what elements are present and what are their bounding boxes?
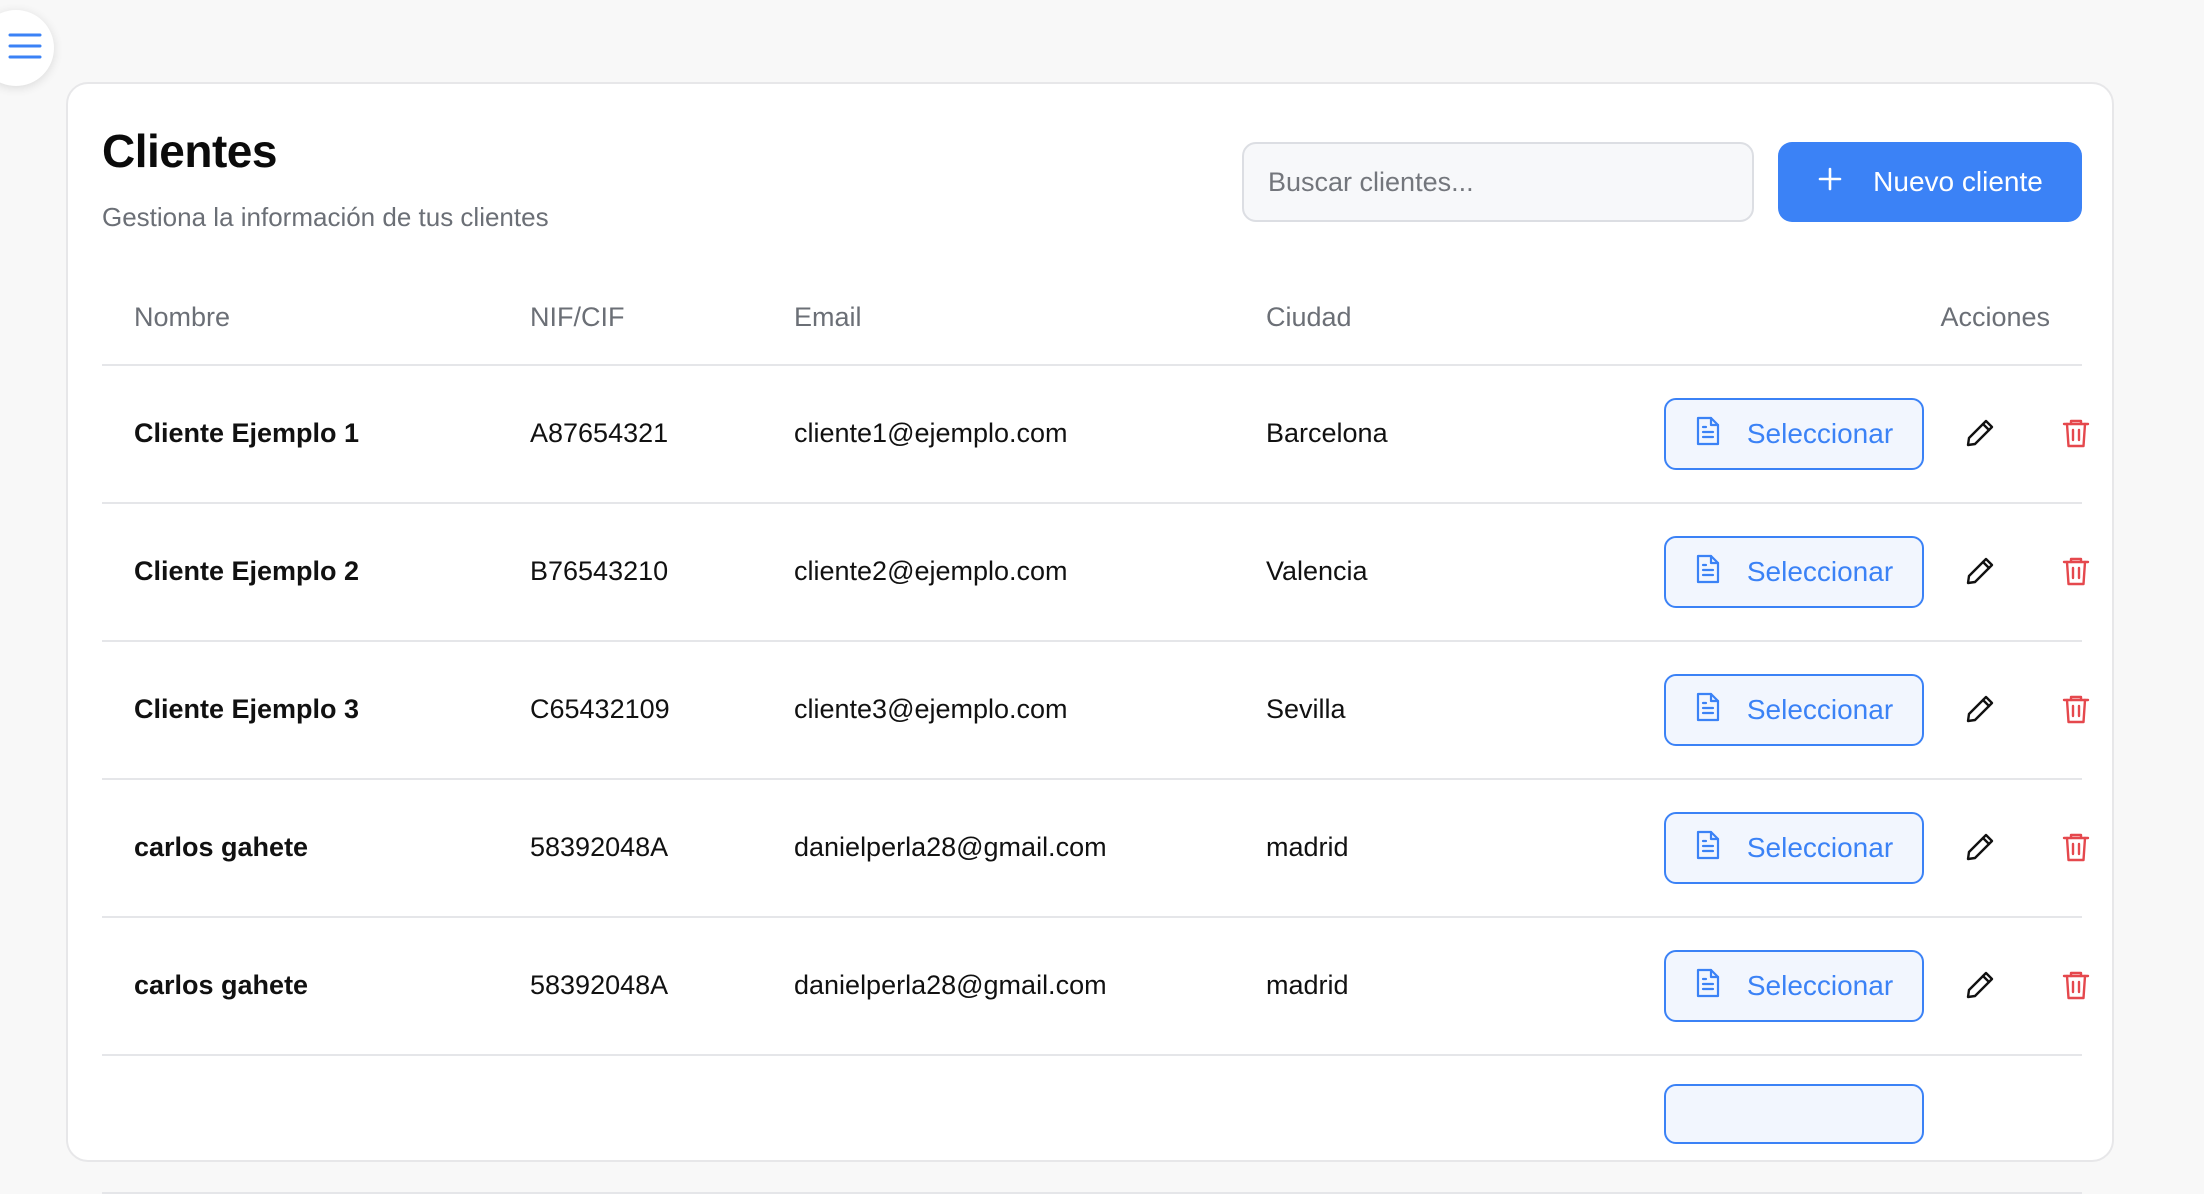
delete-client-button[interactable] [2052,410,2100,458]
column-header-name: Nombre [134,302,231,332]
client-city: Sevilla [1266,694,1346,724]
delete-client-button[interactable] [2052,824,2100,872]
clients-card: Clientes Gestiona la información de tus … [66,82,2114,1194]
select-client-label: Seleccionar [1746,970,1894,1001]
search-input[interactable] [1242,142,1754,222]
client-email: danielperla28@gmail.com [794,832,1107,862]
trash-icon [2061,693,2091,728]
client-city: madrid [1266,832,1349,862]
document-icon [1695,553,1721,592]
delete-client-button[interactable] [2052,962,2100,1010]
pencil-icon [1964,693,1996,728]
select-client-label: Seleccionar [1746,832,1894,863]
client-city: Valencia [1266,556,1368,586]
select-client-button[interactable]: Seleccionar [1664,674,1924,746]
column-header-actions: Acciones [1940,302,2050,332]
table-row: Cliente Ejemplo 2 B76543210 cliente2@eje… [102,504,2090,642]
column-header-city: Ciudad [1266,302,1352,332]
client-email: cliente3@ejemplo.com [794,694,1068,724]
client-name: carlos gahete [134,832,309,862]
client-email: cliente2@ejemplo.com [794,556,1068,586]
edit-client-button[interactable] [1956,824,2004,872]
column-header-nif: NIF/CIF [530,302,625,332]
client-city: Barcelona [1266,418,1388,448]
plus-icon [1817,166,1843,199]
select-client-button[interactable]: Seleccionar [1664,398,1924,470]
trash-icon [2061,831,2091,866]
pencil-icon [1964,417,1996,452]
select-client-button[interactable] [1664,1084,1924,1144]
client-nif: B76543210 [530,556,669,586]
client-city: madrid [1266,970,1349,1000]
document-icon [1695,415,1721,454]
menu-toggle-button[interactable] [0,10,54,86]
client-email: cliente1@ejemplo.com [794,418,1068,448]
table-row [102,1056,2082,1194]
select-client-button[interactable]: Seleccionar [1664,950,1924,1022]
delete-client-button[interactable] [2052,686,2100,734]
new-client-button[interactable]: Nuevo cliente [1778,142,2082,222]
client-name: carlos gahete [134,970,309,1000]
table-row: carlos gahete 58392048A danielperla28@gm… [102,780,2090,918]
select-client-label: Seleccionar [1746,694,1894,725]
document-icon [1695,691,1721,730]
client-nif: 58392048A [530,832,669,862]
client-email: danielperla28@gmail.com [794,970,1107,1000]
edit-client-button[interactable] [1956,962,2004,1010]
trash-icon [2061,969,2091,1004]
document-icon [1695,967,1721,1006]
document-icon [1695,829,1721,868]
client-nif: 58392048A [530,970,669,1000]
table-row: Cliente Ejemplo 1 A87654321 cliente1@eje… [102,366,2090,504]
select-client-label: Seleccionar [1746,556,1894,587]
column-header-email: Email [794,302,862,332]
table-header: Nombre NIF/CIF Email Ciudad Acciones [102,274,2082,366]
page-subtitle: Gestiona la información de tus clientes [102,202,549,232]
trash-icon [2061,555,2091,590]
delete-client-button[interactable] [2052,548,2100,596]
edit-client-button[interactable] [1956,548,2004,596]
client-nif: C65432109 [530,694,670,724]
edit-client-button[interactable] [1956,686,2004,734]
pencil-icon [1964,831,1996,866]
table-row: carlos gahete 58392048A danielperla28@gm… [102,918,2090,1056]
hamburger-menu-icon [8,31,42,66]
edit-client-button[interactable] [1956,410,2004,458]
table-row: Cliente Ejemplo 3 C65432109 cliente3@eje… [102,642,2090,780]
select-client-label: Seleccionar [1746,418,1894,449]
pencil-icon [1964,555,1996,590]
trash-icon [2061,417,2091,452]
client-name: Cliente Ejemplo 1 [134,418,360,448]
new-client-label: Nuevo cliente [1873,166,2043,197]
client-name: Cliente Ejemplo 2 [134,556,360,586]
clients-table-body: Cliente Ejemplo 1 A87654321 cliente1@eje… [102,366,2090,1194]
pencil-icon [1964,969,1996,1004]
page-title: Clientes [102,125,277,177]
client-name: Cliente Ejemplo 3 [134,694,360,724]
client-nif: A87654321 [530,418,669,448]
select-client-button[interactable]: Seleccionar [1664,812,1924,884]
select-client-button[interactable]: Seleccionar [1664,536,1924,608]
